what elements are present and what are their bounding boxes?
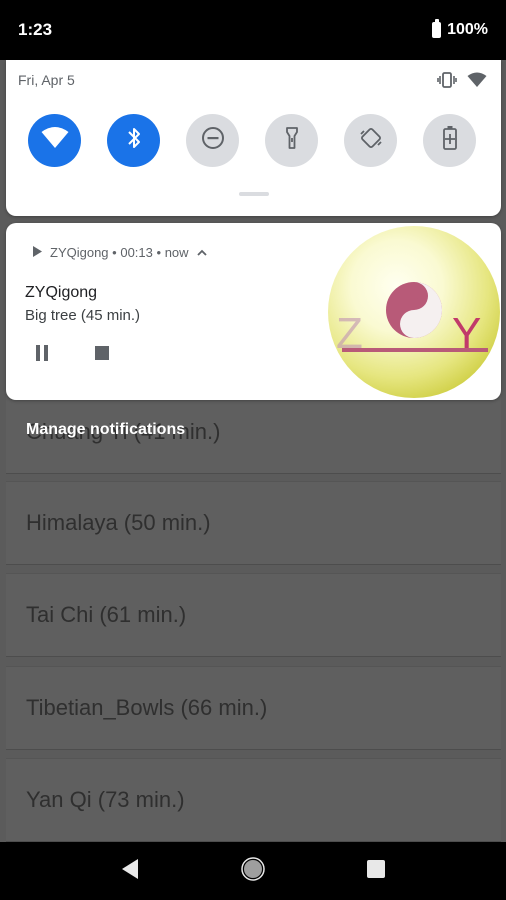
notification-text: Big tree (45 min.) (25, 307, 141, 324)
notification-actions (34, 344, 110, 367)
chevron-up-icon[interactable] (196, 245, 207, 260)
battery-saver-icon (442, 125, 458, 156)
battery-saver-tile[interactable] (423, 114, 476, 167)
notification-time: now (164, 245, 189, 260)
bluetooth-tile[interactable] (107, 114, 160, 167)
list-item[interactable]: Yan Qi (73 min.) (6, 758, 501, 842)
list-item-label: Tai Chi (61 min.) (26, 602, 187, 627)
vibrate-icon (437, 72, 457, 93)
wifi-icon (41, 127, 69, 154)
zyqigong-logo: Z Y (328, 226, 500, 398)
flashlight-icon (284, 126, 300, 155)
do-not-disturb-icon (201, 126, 225, 155)
flashlight-tile[interactable] (265, 114, 318, 167)
list-item-label: Tibetian_Bowls (66 min.) (26, 695, 268, 720)
list-item-label: Yan Qi (73 min.) (26, 787, 185, 812)
auto-rotate-tile[interactable] (344, 114, 397, 167)
list-item[interactable]: Tibetian_Bowls (66 min.) (6, 666, 501, 750)
battery-icon (432, 19, 442, 38)
play-small-icon (32, 245, 42, 260)
home-button[interactable] (240, 856, 266, 887)
list-item[interactable]: Tai Chi (61 min.) (6, 573, 501, 657)
logo-letter-y: Y (452, 309, 481, 358)
bluetooth-icon (126, 126, 142, 155)
notification-app-name: ZYQigong (50, 245, 109, 260)
navigation-bar (0, 842, 506, 900)
qs-tiles (28, 114, 476, 167)
notification-title: ZYQigong (25, 284, 98, 301)
wifi-signal-icon (467, 72, 487, 93)
battery-percentage: 100% (447, 21, 488, 38)
list-item[interactable]: Himalaya (50 min.) (6, 481, 501, 565)
pause-button[interactable] (34, 344, 50, 367)
wifi-tile[interactable] (28, 114, 81, 167)
list-item-label: Himalaya (50 min.) (26, 510, 211, 535)
qs-date[interactable]: Fri, Apr 5 (18, 72, 75, 88)
logo-letter-z: Z (336, 309, 363, 358)
quick-settings-panel: Fri, Apr 5 (6, 60, 501, 216)
notification-elapsed: 00:13 (120, 245, 153, 260)
dnd-tile[interactable] (186, 114, 239, 167)
recents-button[interactable] (366, 859, 386, 884)
manage-notifications-button[interactable]: Manage notifications (26, 421, 185, 439)
status-bar: 1:23 100% (0, 0, 506, 60)
media-notification[interactable]: Z Y ZYQigong • 00:13 • now ZYQigong Big … (6, 223, 501, 400)
auto-rotate-icon (359, 126, 383, 155)
qs-status-icons (437, 72, 487, 93)
stop-button[interactable] (94, 345, 110, 366)
status-right: 100% (432, 19, 488, 39)
notification-header: ZYQigong • 00:13 • now (32, 245, 207, 260)
status-time: 1:23 (18, 20, 53, 39)
qs-drag-handle[interactable] (239, 192, 269, 196)
back-button[interactable] (120, 858, 140, 885)
